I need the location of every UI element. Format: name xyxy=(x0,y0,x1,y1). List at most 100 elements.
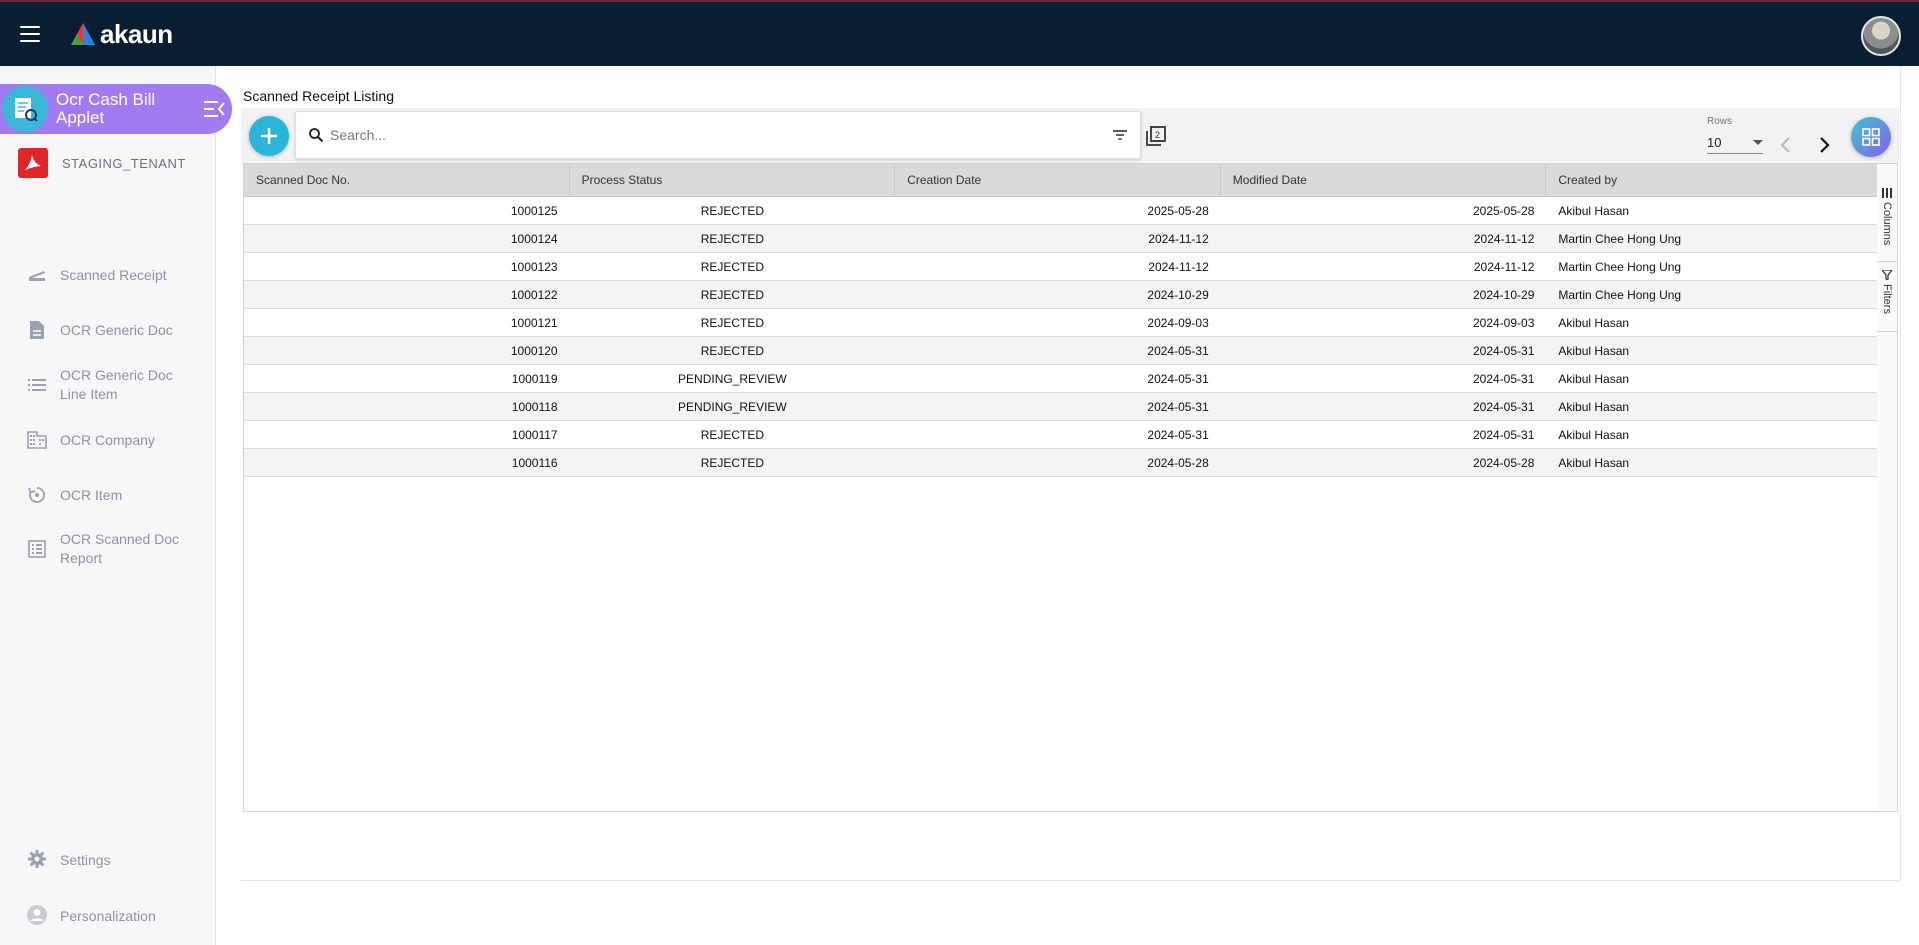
cell-created-by: Martin Chee Hong Ung xyxy=(1558,287,1682,302)
chevron-down-icon xyxy=(1753,139,1763,145)
cell-scanned-doc-no: 1000118 xyxy=(511,399,558,414)
column-header-created-by[interactable]: Created by xyxy=(1546,164,1877,196)
user-avatar[interactable] xyxy=(1861,16,1901,56)
cell-scanned-doc-no: 1000123 xyxy=(510,259,558,274)
cell-scanned-doc-no: 1000121 xyxy=(510,315,558,330)
filter-icon[interactable] xyxy=(1110,125,1130,145)
applet-header[interactable]: Ocr Cash Bill Applet xyxy=(0,84,232,134)
tab-columns[interactable]: Columns xyxy=(1877,182,1897,262)
cell-created-by: Akibul Hasan xyxy=(1558,427,1630,442)
cell-created-by: Akibul Hasan xyxy=(1558,371,1630,386)
tenant-selector[interactable]: STAGING_TENANT xyxy=(18,148,186,178)
personalization-label: Personalization xyxy=(60,907,156,924)
sidebar-item-scanned-receipt[interactable]: Scanned Receipt xyxy=(26,266,180,286)
cell-creation-date: 2024-11-12 xyxy=(1148,259,1209,274)
sidebar-item-ocr-item[interactable]: OCR Item xyxy=(26,486,180,506)
sidebar-item-personalization[interactable]: Personalization xyxy=(26,904,180,926)
sidebar-item-ocr-generic-doc[interactable]: OCR Generic Doc xyxy=(26,321,180,341)
sidebar-item-label: OCR Item xyxy=(60,487,123,503)
document-icon xyxy=(26,319,48,341)
filters-label: Filters xyxy=(1881,284,1893,314)
table-row[interactable]: 1000119 PENDING_REVIEW 2024-05-31 2024-05-3… xyxy=(244,365,1877,393)
tenant-logo-icon xyxy=(18,148,48,178)
copy-icon[interactable]: 2 xyxy=(1144,124,1168,148)
previous-page-button[interactable] xyxy=(1776,134,1796,156)
grid-view-button[interactable] xyxy=(1851,117,1891,157)
cell-process-status: REJECTED xyxy=(700,455,765,470)
columns-icon xyxy=(1882,188,1892,198)
item-icon xyxy=(26,484,48,506)
cell-process-status: REJECTED xyxy=(700,259,765,274)
rows-label: Rows xyxy=(1707,116,1733,127)
tab-filters[interactable]: Filters xyxy=(1877,264,1897,332)
sidebar-item-label: OCR Generic Doc xyxy=(60,322,173,338)
cell-modified-date: 2025-05-28 xyxy=(1472,203,1535,218)
table-row[interactable]: 1000125 REJECTED 2025-05-28 2025-05-28 Akibu… xyxy=(244,197,1877,225)
cell-creation-date: 2025-05-28 xyxy=(1147,203,1209,218)
sidebar-item-settings[interactable]: Settings xyxy=(26,850,180,870)
data-grid: Scanned Doc No. Process Status Creation … xyxy=(243,163,1878,812)
hamburger-menu-icon[interactable] xyxy=(20,26,40,42)
sidebar: Ocr Cash Bill Applet STAGING_TENANT Scan… xyxy=(0,66,232,945)
person-icon xyxy=(26,904,48,926)
table-row[interactable]: 1000118 PENDING_REVIEW 2024-05-31 2024-05-3… xyxy=(244,393,1877,421)
cell-process-status: REJECTED xyxy=(700,315,765,330)
columns-label: Columns xyxy=(1881,202,1893,246)
table-row[interactable]: 1000116 REJECTED 2024-05-28 2024-05-28 Akibu… xyxy=(244,449,1877,477)
grid-tool-panel: Columns Filters xyxy=(1877,163,1898,812)
add-button[interactable] xyxy=(249,116,289,156)
tenant-name: STAGING_TENANT xyxy=(62,155,186,171)
table-row[interactable]: 1000117 REJECTED 2024-05-31 2024-05-31 Akibu… xyxy=(244,421,1877,449)
next-page-button[interactable] xyxy=(1814,134,1834,156)
cell-created-by: Akibul Hasan xyxy=(1558,203,1630,218)
sidebar-item-ocr-scanned-doc-report[interactable]: OCR Scanned Doc Report xyxy=(26,530,180,568)
cell-modified-date: 2024-05-31 xyxy=(1472,399,1535,414)
funnel-icon xyxy=(1882,270,1892,280)
cell-scanned-doc-no: 1000117 xyxy=(511,427,558,442)
building-icon xyxy=(26,429,48,451)
cell-process-status: REJECTED xyxy=(700,287,765,302)
cell-created-by: Martin Chee Hong Ung xyxy=(1558,231,1682,246)
content-divider xyxy=(241,880,1901,881)
cell-scanned-doc-no: 1000116 xyxy=(511,455,558,470)
sidebar-item-ocr-generic-doc-line-item[interactable]: OCR Generic Doc Line Item xyxy=(26,366,180,404)
sidebar-item-label: OCR Company xyxy=(60,432,155,448)
logo-text: akaun xyxy=(100,18,173,49)
cell-creation-date: 2024-05-31 xyxy=(1147,399,1209,414)
sidebar-item-label: OCR Generic Doc Line Item xyxy=(60,367,173,402)
cell-creation-date: 2024-09-03 xyxy=(1147,315,1209,330)
akaun-logo-mark-icon xyxy=(71,23,95,45)
cell-modified-date: 2024-11-12 xyxy=(1473,259,1535,274)
table-row[interactable]: 1000121 REJECTED 2024-09-03 2024-09-03 Akibu… xyxy=(244,309,1877,337)
sidebar-item-label: OCR Scanned Doc Report xyxy=(60,531,180,566)
top-bar: akaun xyxy=(0,0,1919,66)
table-row[interactable]: 1000124 REJECTED 2024-11-12 2024-11-12 Marti… xyxy=(244,225,1877,253)
plus-icon xyxy=(261,128,277,144)
sidebar-item-ocr-company[interactable]: OCR Company xyxy=(26,431,180,451)
rows-per-page-select[interactable]: 10 xyxy=(1707,132,1763,154)
cell-creation-date: 2024-05-31 xyxy=(1147,371,1209,386)
akaun-logo[interactable]: akaun xyxy=(70,18,173,49)
cell-scanned-doc-no: 1000122 xyxy=(510,287,558,302)
cell-process-status: REJECTED xyxy=(700,203,765,218)
chevron-right-icon xyxy=(1820,137,1830,153)
cell-scanned-doc-no: 1000125 xyxy=(510,203,558,218)
svg-text:2: 2 xyxy=(1155,130,1160,140)
cell-modified-date: 2024-09-03 xyxy=(1472,315,1535,330)
search-input[interactable] xyxy=(330,127,1110,143)
cell-process-status: REJECTED xyxy=(700,231,765,246)
column-header-modified-date[interactable]: Modified Date xyxy=(1221,164,1547,196)
page-title: Scanned Receipt Listing xyxy=(243,88,394,104)
collapse-sidebar-icon[interactable] xyxy=(202,98,226,120)
sidebar-item-label: Scanned Receipt xyxy=(60,267,167,283)
table-row[interactable]: 1000122 REJECTED 2024-10-29 2024-10-29 Marti… xyxy=(244,281,1877,309)
column-header-creation-date[interactable]: Creation Date xyxy=(895,164,1221,196)
table-row[interactable]: 1000123 REJECTED 2024-11-12 2024-11-12 Marti… xyxy=(244,253,1877,281)
column-header-process-status[interactable]: Process Status xyxy=(570,164,896,196)
column-header-scanned-doc-no[interactable]: Scanned Doc No. xyxy=(244,164,570,196)
grid-body: 1000125 REJECTED 2025-05-28 2025-05-28 Akibu… xyxy=(244,197,1877,477)
cell-creation-date: 2024-05-31 xyxy=(1147,427,1209,442)
table-row[interactable]: 1000120 REJECTED 2024-05-31 2024-05-31 Akibu… xyxy=(244,337,1877,365)
cell-process-status: REJECTED xyxy=(700,427,765,442)
cell-scanned-doc-no: 1000119 xyxy=(511,371,558,386)
